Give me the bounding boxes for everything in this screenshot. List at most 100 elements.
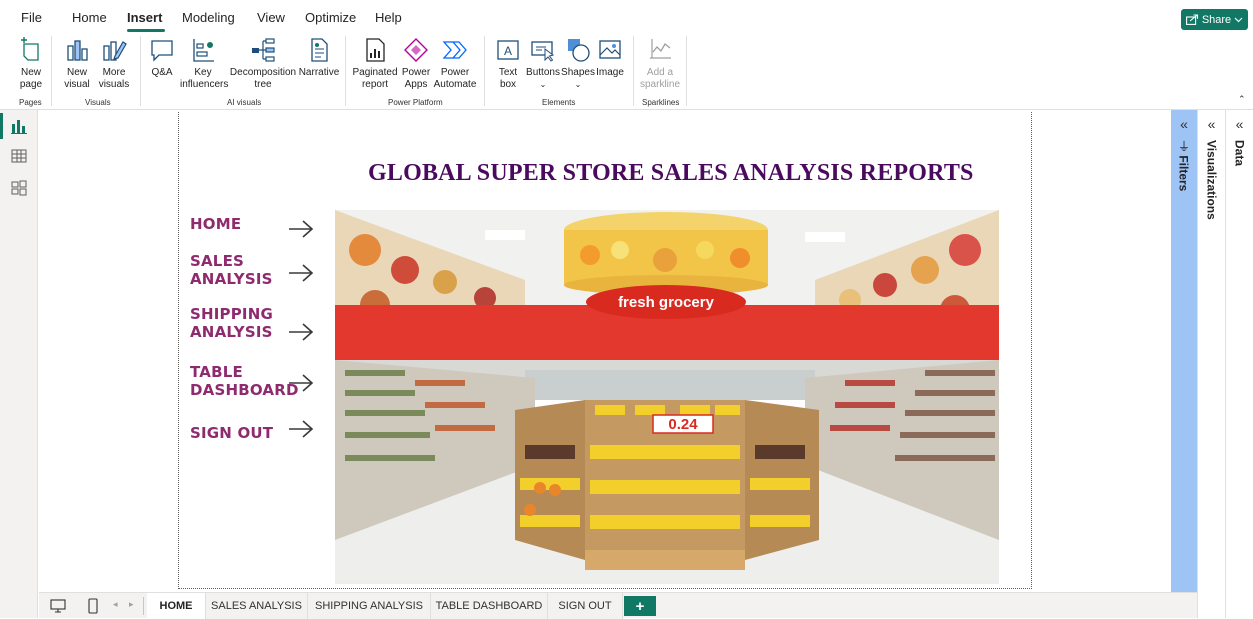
decomposition-tree-icon — [252, 38, 275, 62]
arrow-right-icon[interactable] — [288, 219, 314, 239]
collapse-data-icon[interactable]: « — [1226, 116, 1253, 132]
text-box-icon: A — [497, 40, 519, 60]
nav-sales-line2: ANALYSIS — [190, 270, 273, 288]
menu-view[interactable]: View — [257, 10, 285, 25]
desktop-layout-icon[interactable] — [50, 599, 66, 613]
scroll-tabs-right-icon[interactable]: ▸ — [129, 599, 134, 610]
tab-divider — [143, 597, 144, 615]
nav-home-button[interactable]: HOME — [190, 215, 241, 233]
page-tab-bar: ◂ ▸ HOME SALES ANALYSIS SHIPPING ANALYSI… — [39, 592, 1197, 619]
menu-help[interactable]: Help — [375, 10, 402, 25]
data-pane[interactable]: « Data — [1225, 110, 1253, 618]
nav-shipping-line2: ANALYSIS — [190, 323, 273, 341]
add-sparkline-button[interactable]: Add a sparkline — [640, 36, 680, 91]
power-apps-button[interactable]: Power Apps — [400, 36, 432, 91]
visualizations-pane-title: Visualizations — [1204, 140, 1219, 220]
key-influencers-button[interactable]: Key influencers — [180, 36, 228, 91]
nav-shipping-analysis-button[interactable]: SHIPPING ANALYSIS — [190, 305, 273, 341]
power-automate-button[interactable]: Power Automate — [433, 36, 477, 91]
view-switcher-rail — [0, 110, 38, 618]
share-button[interactable]: Share — [1181, 9, 1248, 30]
new-visual-label: New visual — [64, 67, 90, 90]
group-power-platform: Power Platform — [388, 98, 443, 107]
new-visual-icon — [67, 40, 88, 61]
menu-insert[interactable]: Insert — [127, 10, 162, 25]
tab-home[interactable]: HOME — [147, 593, 206, 619]
key-influencers-icon — [193, 39, 214, 62]
group-divider — [633, 36, 634, 106]
svg-text:A: A — [504, 44, 512, 58]
shapes-button[interactable]: Shapes ⌄ — [561, 36, 595, 91]
tab-sign-out[interactable]: SIGN OUT — [548, 593, 623, 619]
paginated-report-button[interactable]: Paginated report — [352, 36, 398, 91]
power-apps-label: Power Apps — [401, 67, 431, 90]
menu-modeling[interactable]: Modeling — [182, 10, 235, 25]
group-elements: Elements — [542, 98, 576, 107]
nav-home-label: HOME — [190, 215, 242, 233]
group-divider — [345, 36, 346, 106]
group-divider — [686, 36, 687, 106]
chevron-down-icon: ⌄ — [539, 80, 547, 89]
narrative-icon — [311, 38, 328, 62]
text-box-label: Text box — [498, 67, 518, 90]
shapes-label: Shapes — [561, 67, 595, 78]
ribbon: New page Pages New visual More visuals V… — [0, 34, 1253, 110]
buttons-label: Buttons — [526, 67, 560, 78]
image-button[interactable]: Image — [595, 36, 625, 79]
tab-table-dashboard[interactable]: TABLE DASHBOARD — [431, 593, 548, 619]
share-icon — [1185, 14, 1198, 25]
group-divider — [484, 36, 485, 106]
report-title: GLOBAL SUPER STORE SALES ANALYSIS REPORT… — [368, 160, 974, 186]
menu-optimize[interactable]: Optimize — [305, 10, 356, 25]
group-pages: Pages — [19, 98, 42, 107]
filters-pane[interactable]: « ⏚ Filters — [1171, 110, 1197, 592]
collapse-ribbon-icon[interactable]: ⌃ — [1238, 94, 1246, 105]
collapse-filters-icon[interactable]: « — [1171, 116, 1197, 132]
menu-bar: File Home Insert Modeling View Optimize … — [0, 0, 1253, 34]
decomposition-tree-button[interactable]: Decomposition tree — [229, 36, 297, 91]
report-view-icon[interactable] — [11, 118, 27, 134]
shapes-icon — [568, 39, 590, 62]
nav-sales-analysis-button[interactable]: SALES ANALYSIS — [190, 252, 273, 288]
mobile-layout-icon[interactable] — [88, 598, 98, 614]
filters-pane-title: ⏚ Filters — [1176, 140, 1193, 191]
group-sparklines: Sparklines — [642, 98, 680, 107]
menu-file[interactable]: File — [21, 10, 42, 25]
arrow-right-icon[interactable] — [288, 373, 314, 393]
price-tag: 0.24 — [668, 416, 698, 433]
new-visual-button[interactable]: New visual — [60, 36, 94, 91]
arrow-right-icon[interactable] — [288, 263, 314, 283]
menu-home[interactable]: Home — [72, 10, 107, 25]
group-visuals: Visuals — [85, 98, 111, 107]
buttons-button[interactable]: Buttons ⌄ — [524, 36, 562, 91]
paginated-report-icon — [366, 38, 385, 62]
power-apps-icon — [404, 38, 428, 62]
narrative-button[interactable]: Narrative — [297, 36, 341, 79]
text-box-button[interactable]: A Text box — [494, 36, 522, 91]
tab-shipping-analysis[interactable]: SHIPPING ANALYSIS — [308, 593, 431, 619]
collapse-visualizations-icon[interactable]: « — [1198, 116, 1225, 132]
active-menu-indicator — [127, 29, 165, 32]
visualizations-pane[interactable]: « Visualizations — [1197, 110, 1225, 618]
new-page-button[interactable]: New page — [15, 36, 47, 91]
table-view-icon[interactable] — [11, 148, 27, 164]
new-page-label: New page — [19, 67, 43, 90]
qa-button[interactable]: Q&A — [147, 36, 177, 79]
nav-sales-line1: SALES — [190, 252, 245, 270]
more-visuals-icon — [103, 41, 127, 61]
arrow-right-icon[interactable] — [288, 322, 314, 342]
paginated-report-label: Paginated report — [352, 67, 398, 90]
arrow-right-icon[interactable] — [288, 419, 314, 439]
more-visuals-button[interactable]: More visuals — [94, 36, 134, 91]
scroll-tabs-left-icon[interactable]: ◂ — [113, 599, 118, 610]
model-view-icon[interactable] — [11, 180, 27, 196]
chevron-down-icon — [1234, 17, 1243, 22]
narrative-label: Narrative — [298, 67, 340, 78]
add-page-button[interactable]: + — [624, 596, 656, 616]
nav-table-dashboard-button[interactable]: TABLE DASHBOARD — [190, 363, 299, 399]
tab-sales-analysis[interactable]: SALES ANALYSIS — [206, 593, 308, 619]
power-automate-label: Power Automate — [433, 67, 477, 90]
nav-table-line2: DASHBOARD — [190, 381, 299, 399]
nav-sign-out-button[interactable]: SIGN OUT — [190, 424, 273, 442]
nav-table-line1: TABLE — [190, 363, 243, 381]
